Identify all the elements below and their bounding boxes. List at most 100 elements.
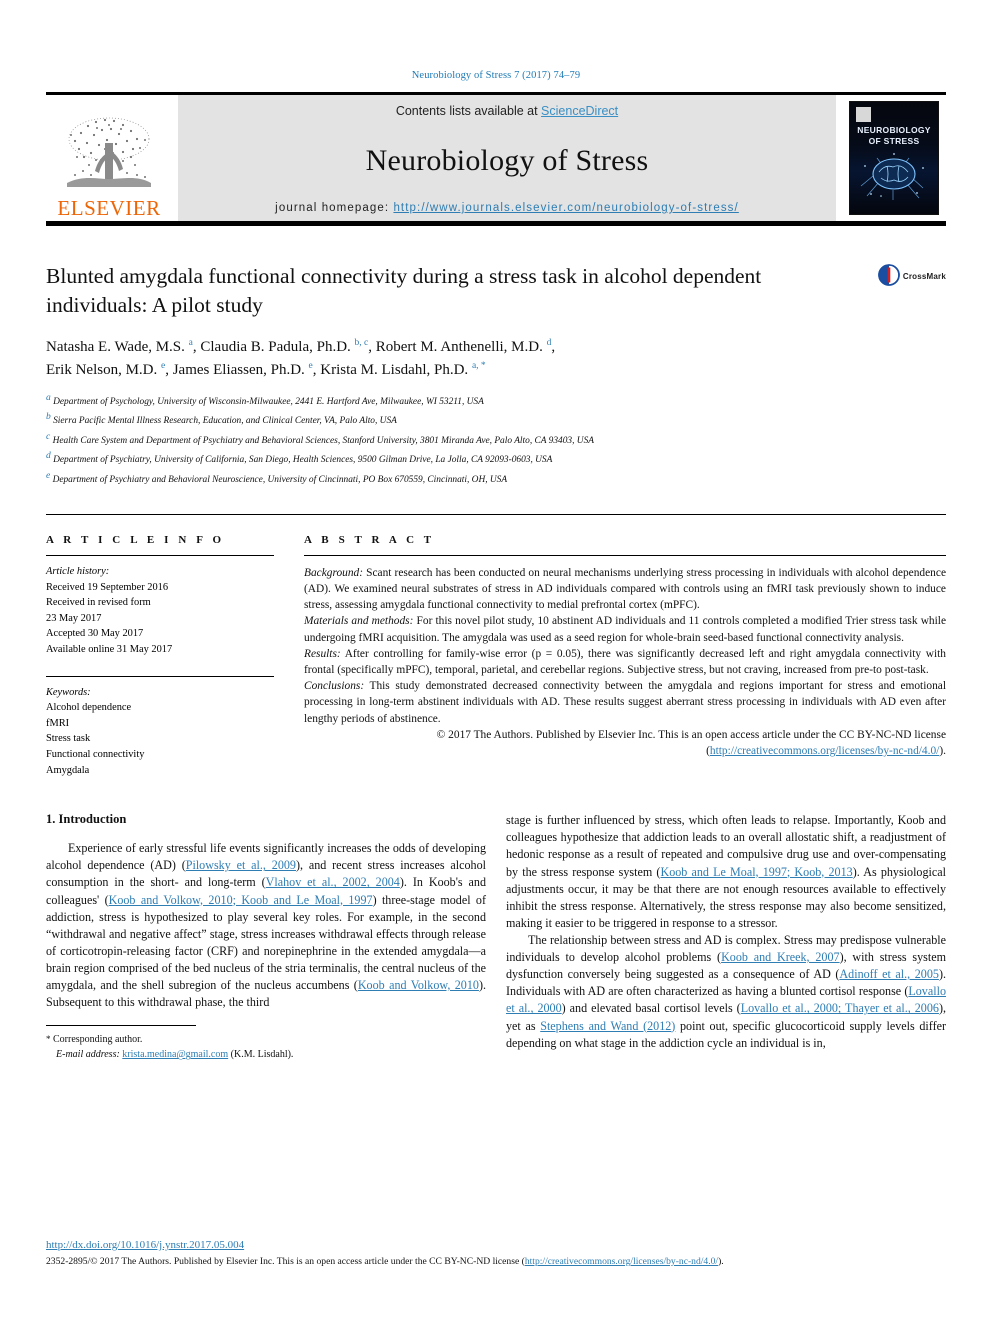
keyword-0: Alcohol dependence (46, 702, 132, 714)
email-line: E-mail address: krista.medina@gmail.com … (46, 1047, 486, 1062)
history-line-4: Available online 31 May 2017 (46, 643, 173, 655)
abstract-column: A B S T R A C T Background: Scant resear… (300, 515, 946, 778)
elsevier-logo: ELSEVIER (46, 95, 172, 221)
doi-link[interactable]: http://dx.doi.org/10.1016/j.ynstr.2017.0… (46, 1239, 244, 1251)
intro-paragraph-1: Experience of early stressful life event… (46, 840, 486, 1011)
affiliation-b: b Sierra Pacific Mental Illness Research… (46, 412, 397, 427)
email-link[interactable]: krista.medina@gmail.com (122, 1049, 228, 1060)
abstract-results-text: After controlling for family-wise error … (304, 647, 946, 677)
page-footer: http://dx.doi.org/10.1016/j.ynstr.2017.0… (46, 1238, 946, 1269)
journal-homepage-link[interactable]: http://www.journals.elsevier.com/neurobi… (393, 202, 738, 214)
cover-image: NEUROBIOLOGY OF STRESS (849, 101, 939, 215)
author-line-1: Natasha E. Wade, M.S. a, Claudia B. Padu… (46, 337, 556, 355)
journal-banner: ELSEVIER Contents lists available at Sci… (46, 92, 946, 226)
abstract-background-label: Background: (304, 566, 364, 579)
cover-title-line1: NEUROBIOLOGY (857, 125, 931, 135)
keyword-2: Stress task (46, 733, 91, 745)
affiliation-e: e Department of Psychiatry and Behaviora… (46, 470, 508, 485)
email-label: E-mail address: (56, 1049, 120, 1061)
abstract-background-text: Scant research has been conducted on neu… (304, 566, 946, 612)
cover-title-line2: OF STRESS (868, 135, 920, 146)
keyword-3: Functional connectivity (46, 748, 145, 760)
crossmark-label: CrossMark (902, 271, 946, 281)
body-left-column: 1. Introduction Experience of early stre… (46, 812, 486, 1062)
affiliation-d-text: Department of Psychiatry, University of … (53, 455, 553, 466)
affiliation-a: a Department of Psychology, University o… (46, 393, 484, 408)
affiliation-c-text: Health Care System and Department of Psy… (52, 435, 594, 446)
title-column: Blunted amygdala functional connectivity… (46, 262, 854, 320)
history-line-2: 23 May 2017 (46, 612, 102, 624)
issn-tail: ). (718, 1256, 724, 1268)
crossmark-badge[interactable]: CrossMark (854, 262, 946, 320)
abstract-conclusions-label: Conclusions: (304, 680, 365, 693)
citation-adinoff-2005[interactable]: Adinoff et al., 2005 (839, 967, 939, 981)
citation-koob-lemoal-koob2013[interactable]: Koob and Le Moal, 1997; Koob, 2013 (660, 865, 852, 879)
affiliation-c: c Health Care System and Department of P… (46, 431, 594, 446)
article-history-group: Article history: Received 19 September 2… (46, 564, 274, 658)
author-line-2: Erik Nelson, M.D. e, James Eliassen, Ph.… (46, 360, 486, 378)
journal-homepage-line: journal homepage: http://www.journals.el… (178, 202, 836, 214)
citation-pilowsky-2009[interactable]: Pilowsky et al., 2009 (186, 858, 296, 872)
citation-stephens-wand-2012[interactable]: Stephens and Wand (2012) (540, 1019, 675, 1033)
article-history-label: Article history: (46, 565, 110, 577)
brain-icon (860, 153, 924, 200)
homepage-label: journal homepage: (275, 202, 394, 214)
elsevier-wordmark: ELSEVIER (57, 196, 161, 220)
doi-line: http://dx.doi.org/10.1016/j.ynstr.2017.0… (46, 1238, 946, 1253)
abstract-results: Results: After controlling for family-wi… (304, 646, 946, 678)
section-heading-introduction: 1. Introduction (46, 812, 127, 827)
history-line-1: Received in revised form (46, 597, 151, 609)
citation-vlahov[interactable]: Vlahov et al., 2002, 2004 (266, 875, 400, 889)
banner-center: Contents lists available at ScienceDirec… (178, 95, 836, 221)
cover-badge-icon (856, 107, 871, 122)
intro-paragraph-2: The relationship between stress and AD i… (506, 932, 946, 1052)
sciencedirect-link[interactable]: ScienceDirect (541, 104, 618, 118)
page-title: Blunted amygdala functional connectivity… (46, 264, 762, 317)
citation-koob-kreek-2007[interactable]: Koob and Kreek, 2007 (721, 950, 840, 964)
footnote-block: * Corresponding author. E-mail address: … (46, 1032, 486, 1062)
keywords-group: Keywords: Alcohol dependence fMRI Stress… (46, 685, 274, 779)
journal-cover-thumbnail: NEUROBIOLOGY OF STRESS (842, 95, 946, 221)
contents-lists-line: Contents lists available at ScienceDirec… (178, 104, 836, 118)
citation-koob-volkow-2010[interactable]: Koob and Volkow, 2010 (358, 978, 479, 992)
abstract-copyright-tail: ). (939, 744, 946, 757)
email-owner: (K.M. Lisdahl). (230, 1049, 294, 1061)
keyword-1: fMRI (46, 717, 70, 729)
abstract-conclusions-text: This study demonstrated decreased connec… (304, 680, 946, 725)
article-page: Neurobiology of Stress 7 (2017) 74–79 EL… (0, 0, 992, 1323)
article-info-column: A R T I C L E I N F O Article history: R… (46, 515, 300, 778)
affiliation-d: d Department of Psychiatry, University o… (46, 451, 553, 466)
article-info-heading: A R T I C L E I N F O (46, 533, 225, 546)
footer-license-link[interactable]: http://creativecommons.org/licenses/by-n… (525, 1256, 718, 1267)
footnote-divider (46, 1025, 196, 1027)
citation-lovallo-thayer[interactable]: Lovallo et al., 2000; Thayer et al., 200… (741, 1001, 939, 1015)
history-line-3: Accepted 30 May 2017 (46, 628, 144, 640)
abstract-divider (304, 554, 946, 556)
contents-prefix: Contents lists available at (395, 104, 542, 118)
info-divider (46, 554, 274, 556)
corresponding-author-line: * Corresponding author. (46, 1032, 486, 1047)
abstract-heading: A B S T R A C T (304, 533, 435, 546)
abstract-background: Background: Scant research has been cond… (304, 565, 946, 614)
abstract-methods: Materials and methods: For this novel pi… (304, 613, 946, 645)
intro-paragraph-1-continued: stage is further influenced by stress, w… (506, 812, 946, 932)
affiliations: a Department of Psychology, University o… (46, 391, 946, 488)
citation-koob-volkow-lemoal[interactable]: Koob and Volkow, 2010; Koob and Le Moal,… (109, 893, 373, 907)
license-link[interactable]: http://creativecommons.org/licenses/by-n… (710, 745, 939, 757)
corresponding-author-marker: * (46, 1034, 51, 1045)
abstract-methods-label: Materials and methods: (304, 615, 414, 628)
abstract-copyright: © 2017 The Authors. Published by Elsevie… (304, 727, 946, 759)
issn-copyright-line: 2352-2895/© 2017 The Authors. Published … (46, 1255, 946, 1269)
body-right-column: stage is further influenced by stress, w… (506, 812, 946, 1062)
affiliation-e-text: Department of Psychiatry and Behavioral … (52, 474, 508, 485)
elsevier-tree-icon (67, 117, 151, 187)
crossmark-icon (878, 264, 900, 286)
cover-title: NEUROBIOLOGY OF STRESS (850, 125, 938, 146)
running-head: Neurobiology of Stress 7 (2017) 74–79 (411, 70, 581, 81)
keywords-label: Keywords: (46, 686, 91, 698)
issn-text: 2352-2895/© 2017 The Authors. Published … (46, 1256, 525, 1268)
journal-title: Neurobiology of Stress (365, 144, 649, 177)
rp2-d: ) and elevated basal cortisol levels ( (561, 1001, 741, 1016)
affiliation-a-text: Department of Psychology, University of … (53, 397, 484, 408)
affiliation-b-text: Sierra Pacific Mental Illness Research, … (53, 416, 397, 427)
